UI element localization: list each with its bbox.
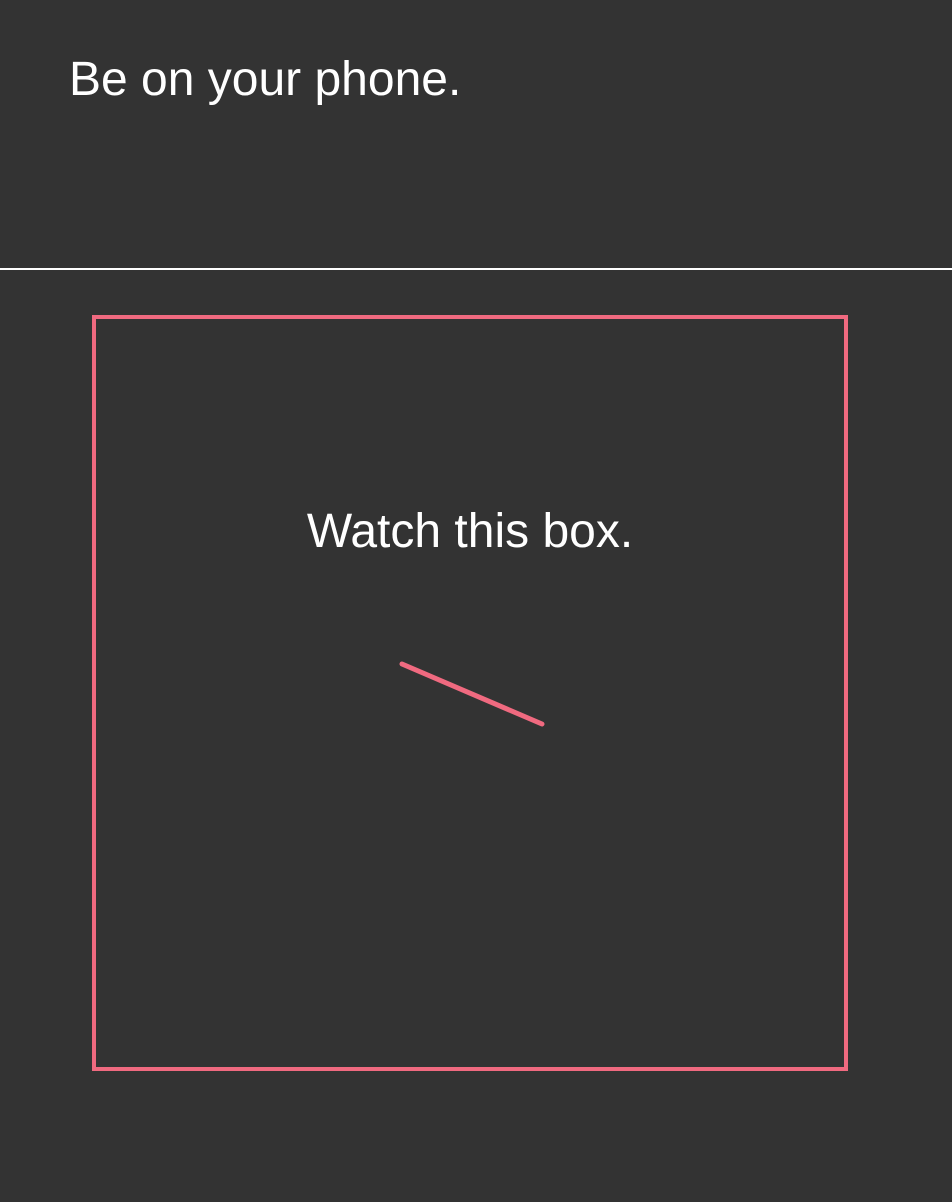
instruction-panel: Be on your phone. bbox=[0, 0, 952, 268]
section-divider bbox=[0, 268, 952, 270]
watch-box: Watch this box. bbox=[92, 315, 848, 1071]
instruction-text: Be on your phone. bbox=[69, 53, 462, 106]
indicator-line bbox=[399, 661, 545, 727]
rotating-line-icon bbox=[399, 661, 545, 727]
